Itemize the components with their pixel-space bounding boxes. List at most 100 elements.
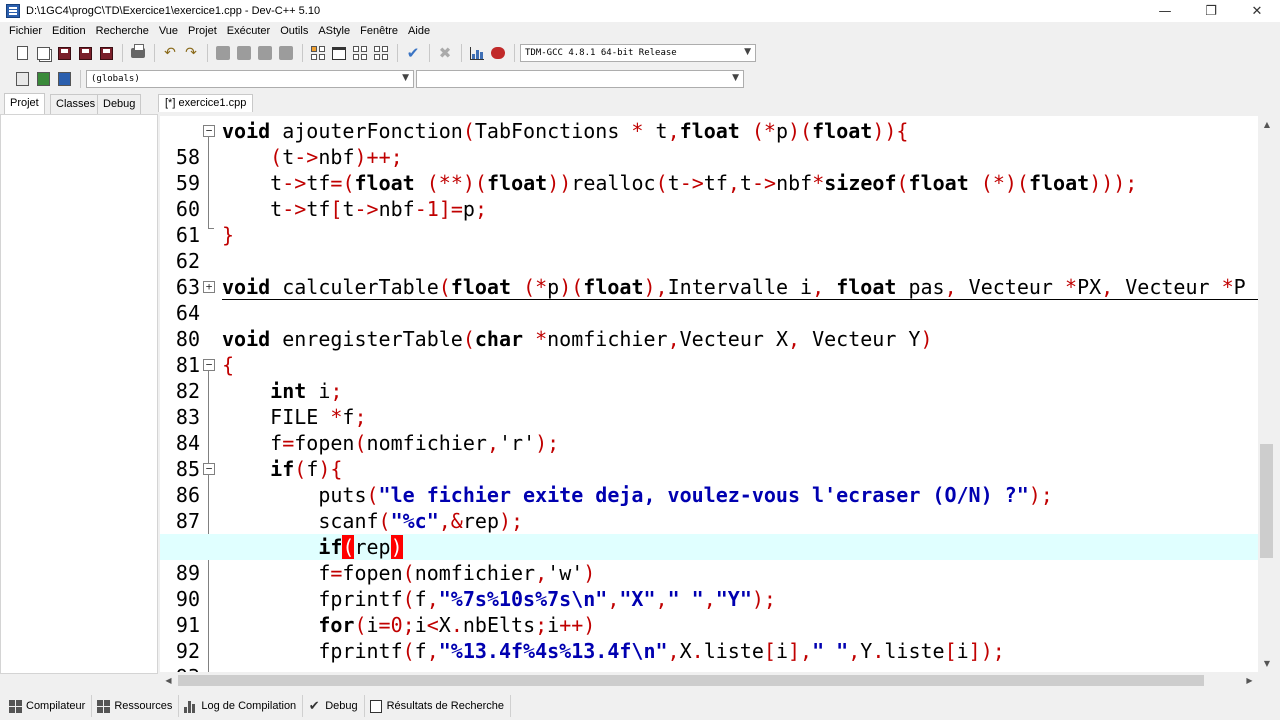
compile-run-button[interactable]: [350, 43, 370, 63]
code-line[interactable]: 86 − if(f){: [160, 456, 1258, 507]
code-line[interactable]: 91 fprintf(f,"%7s%10s%7s\n","X"," ","Y")…: [160, 586, 1258, 637]
save-button[interactable]: [54, 43, 74, 63]
line-code: }: [222, 223, 235, 247]
resources-grid-icon: [96, 699, 110, 713]
code-line[interactable]: 81 void enregisterTable(char *nomfichier…: [160, 326, 1258, 377]
compiler-select[interactable]: TDM-GCC 4.8.1 64-bit Release ▼: [520, 44, 756, 62]
code-line[interactable]: 60 t->tf=(float (**)(float))realloc(t->t…: [160, 170, 1258, 221]
options-icon: [57, 72, 71, 86]
menu-edition[interactable]: Edition: [47, 22, 91, 40]
tab-classes[interactable]: Classes: [50, 94, 102, 114]
debug-button[interactable]: [488, 43, 508, 63]
tab-resultats-recherche[interactable]: Résultats de Recherche: [365, 695, 512, 717]
line-code: void enregisterTable(char *nomfichier,Ve…: [222, 327, 933, 351]
project-options-button[interactable]: [54, 69, 74, 89]
vertical-scrollbar[interactable]: ▲ ▼: [1258, 116, 1276, 672]
code-editor[interactable]: 58 − void ajouterFonction(TabFonctions *…: [160, 116, 1258, 672]
fold-minus-icon[interactable]: −: [203, 463, 215, 475]
redo-icon: ↷: [185, 45, 197, 61]
close-file-button[interactable]: [96, 43, 116, 63]
close-button[interactable]: ✕: [1234, 0, 1280, 22]
menu-recherche[interactable]: Recherche: [91, 22, 154, 40]
secondary-toolbar: (globals) ▼ ▼: [0, 66, 1280, 92]
line-code: int i;: [270, 379, 343, 403]
fold-plus-icon[interactable]: +: [203, 281, 215, 293]
line-code: for(i=0;i<X.nbElts;i++): [318, 613, 596, 637]
menu-astyle[interactable]: AStyle: [313, 22, 355, 40]
scroll-right-icon[interactable]: ▶: [1241, 672, 1258, 689]
tab-projet[interactable]: Projet: [4, 93, 45, 114]
menu-fenetre[interactable]: Fenêtre: [355, 22, 403, 40]
vertical-scroll-thumb[interactable]: [1260, 444, 1273, 558]
menu-vue[interactable]: Vue: [154, 22, 183, 40]
code-line[interactable]: 82 − {: [160, 352, 1258, 403]
code-line[interactable]: 62 }: [160, 222, 1258, 273]
menu-fichier[interactable]: Fichier: [4, 22, 47, 40]
maximize-button[interactable]: ❐: [1188, 0, 1234, 22]
scroll-left-icon[interactable]: ◀: [160, 672, 177, 689]
save-all-button[interactable]: [75, 43, 95, 63]
indent-right-button[interactable]: [234, 43, 254, 63]
line-code: f=fopen(nomfichier,'r');: [222, 431, 560, 455]
scroll-up-icon[interactable]: ▲: [1258, 116, 1276, 133]
tab-compilateur[interactable]: Compilateur: [4, 695, 93, 717]
compiler-grid-icon: [8, 699, 22, 713]
tab-log-compilation[interactable]: Log de Compilation: [179, 695, 304, 717]
fold-minus-icon[interactable]: −: [203, 359, 215, 371]
stop-execution-button[interactable]: ✖: [435, 43, 455, 63]
close-file-icon: [99, 46, 113, 60]
line-code: t->tf=(float (**)(float))realloc(t->tf,t…: [222, 171, 1138, 195]
print-button[interactable]: [128, 43, 148, 63]
tab-debug[interactable]: Debug: [97, 94, 142, 114]
undo-button[interactable]: ↶: [160, 43, 180, 63]
add-to-project-button[interactable]: [33, 69, 53, 89]
code-line[interactable]: 59 (t->nbf)++;: [160, 144, 1258, 195]
code-line[interactable]: 83 int i;: [160, 378, 1258, 429]
rebuild-button[interactable]: [371, 43, 391, 63]
code-line[interactable]: 80: [160, 300, 1258, 351]
toggle-comment-button[interactable]: [255, 43, 275, 63]
code-line[interactable]: 93 fprintf(f,"%13.4f%4s%13.4f\n",X.liste…: [160, 638, 1258, 672]
menu-aide[interactable]: Aide: [403, 22, 435, 40]
fold-minus-icon[interactable]: −: [203, 125, 215, 137]
syntax-check-button[interactable]: ✔: [403, 43, 423, 63]
new-file-button[interactable]: [12, 43, 32, 63]
minimize-button[interactable]: —: [1142, 0, 1188, 22]
new-project-button[interactable]: [12, 69, 32, 89]
code-line[interactable]: 58 − void ajouterFonction(TabFonctions *…: [160, 118, 1258, 169]
horizontal-scroll-thumb[interactable]: [178, 675, 1204, 686]
uncomment-button[interactable]: [276, 43, 296, 63]
project-browser-panel[interactable]: [0, 114, 158, 674]
tab-debug-bottom[interactable]: ✔ Debug: [303, 695, 365, 717]
profile-button[interactable]: [467, 43, 487, 63]
horizontal-scrollbar[interactable]: ◀ ▶: [160, 672, 1258, 689]
code-line[interactable]: 88 scanf("%c",&rep);: [160, 508, 1258, 559]
code-line[interactable]: 63: [160, 248, 1258, 299]
chart-icon: [470, 46, 484, 60]
indent-left-button[interactable]: [213, 43, 233, 63]
code-line[interactable]: 85 f=fopen(nomfichier,'r');: [160, 430, 1258, 481]
printer-icon: [131, 44, 145, 58]
code-line[interactable]: 84 FILE *f;: [160, 404, 1258, 455]
rebuild-icon: [374, 46, 388, 60]
scope-select[interactable]: (globals) ▼: [86, 70, 414, 88]
code-line[interactable]: 61 t->tf[t->nbf-1]=p;: [160, 196, 1258, 247]
code-line[interactable]: 92 for(i=0;i<X.nbElts;i++): [160, 612, 1258, 663]
code-line[interactable]: 87 puts("le fichier exite deja, voulez-v…: [160, 482, 1258, 533]
check-icon: ✔: [308, 698, 320, 714]
open-file-button[interactable]: [33, 43, 53, 63]
menu-executer[interactable]: Exécuter: [222, 22, 275, 40]
line-code: fprintf(f,"%13.4f%4s%13.4f\n",X.liste[i]…: [222, 639, 1005, 663]
scroll-down-icon[interactable]: ▼: [1258, 655, 1276, 672]
current-code-line[interactable]: 89 if(rep): [160, 534, 1258, 585]
tab-ressources[interactable]: Ressources: [92, 695, 180, 717]
member-select[interactable]: ▼: [416, 70, 744, 88]
compile-button[interactable]: [308, 43, 328, 63]
file-tab-exercice1[interactable]: [*] exercice1.cpp: [158, 94, 254, 112]
redo-button[interactable]: ↷: [181, 43, 201, 63]
code-line[interactable]: 90 f=fopen(nomfichier,'w'): [160, 560, 1258, 611]
menu-projet[interactable]: Projet: [183, 22, 222, 40]
menu-outils[interactable]: Outils: [275, 22, 313, 40]
code-line[interactable]: 64 + void calculerTable(float (*p)(float…: [160, 274, 1258, 325]
run-button[interactable]: [329, 43, 349, 63]
